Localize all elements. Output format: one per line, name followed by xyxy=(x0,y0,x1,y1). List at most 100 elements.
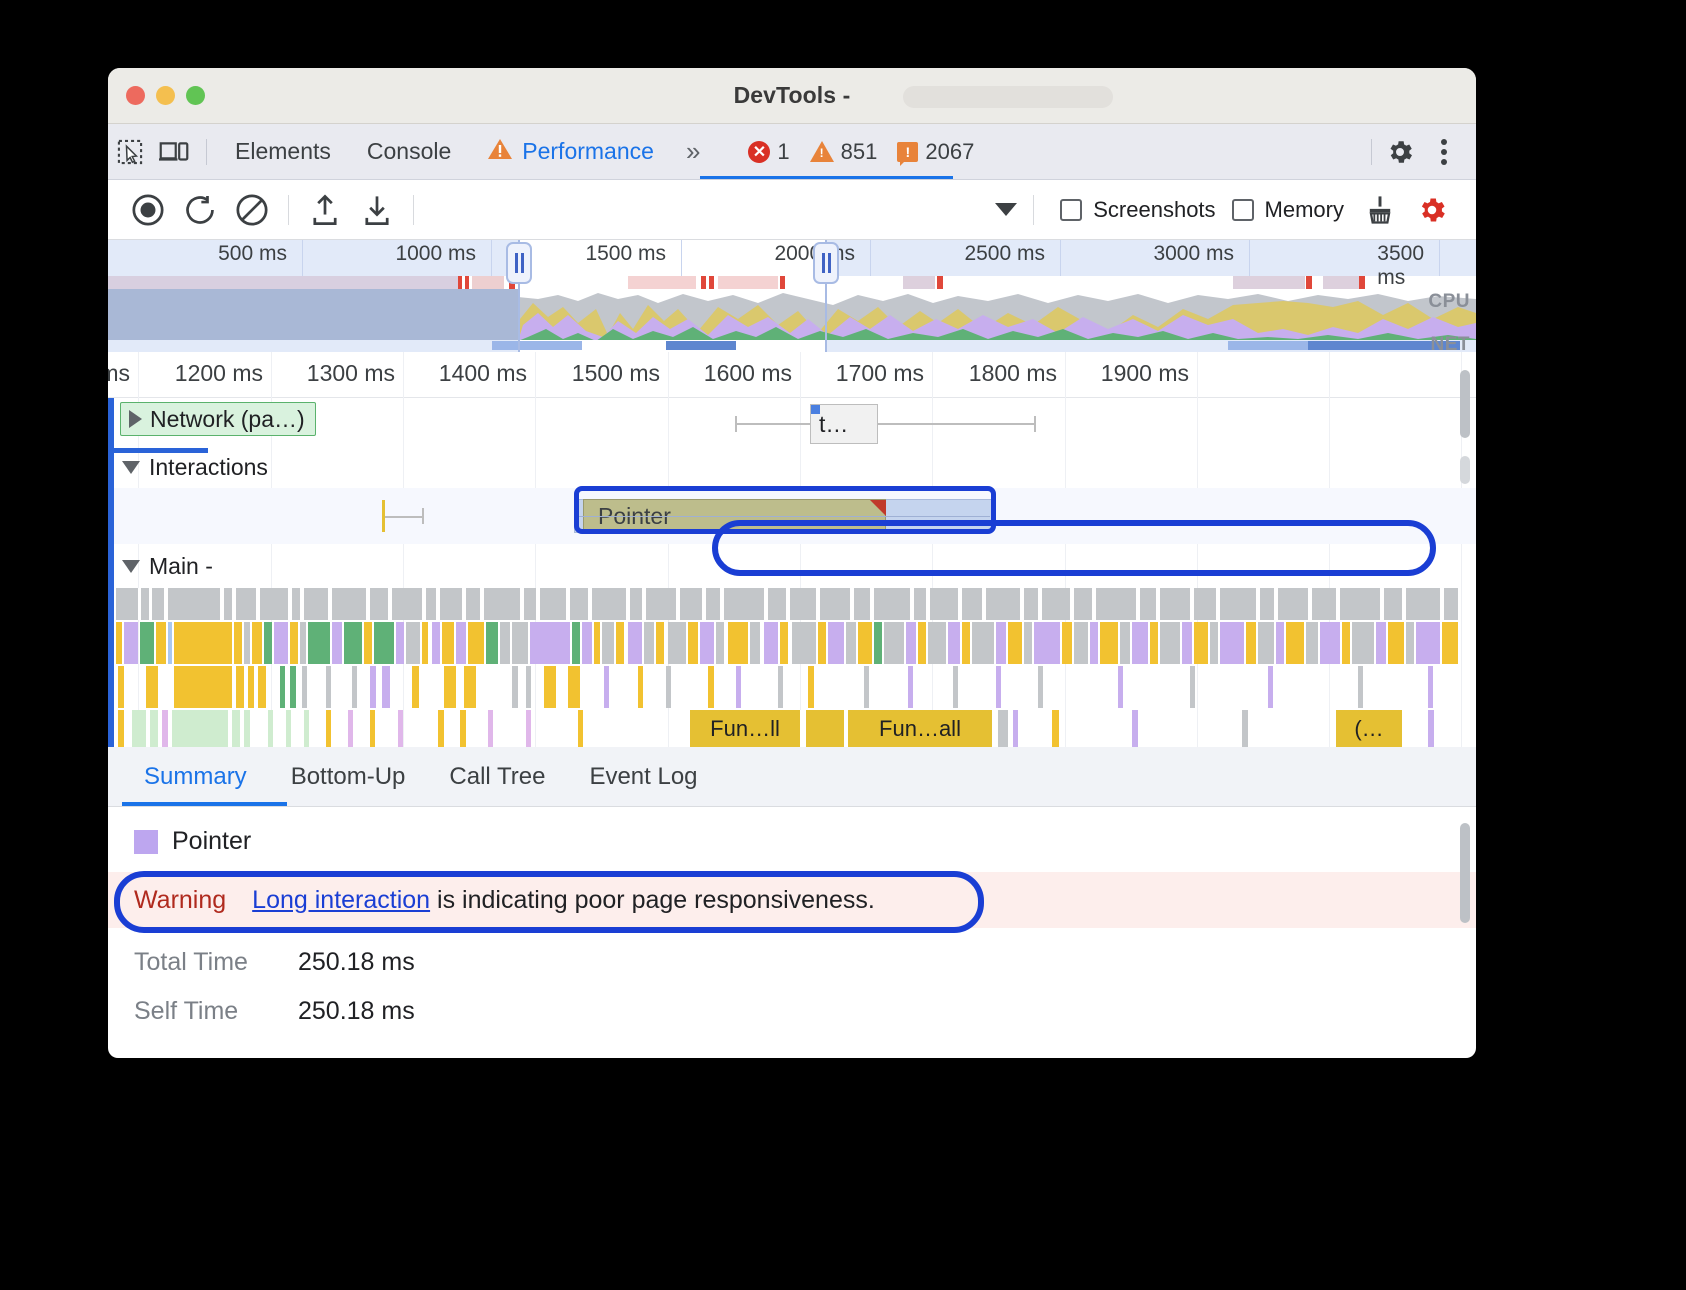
tab-console-label: Console xyxy=(367,138,451,165)
summary-warning-rest: is indicating poor page responsiveness. xyxy=(430,886,875,914)
chevron-down-icon xyxy=(995,203,1017,216)
devtools-window: DevTools - Elements Console xyxy=(108,68,1476,1058)
overview-tick: 3000 ms xyxy=(1153,242,1241,266)
tab-bottom-up-label: Bottom-Up xyxy=(291,763,406,791)
tab-call-tree-label: Call Tree xyxy=(449,763,545,791)
track-main[interactable]: Main - xyxy=(108,544,1476,588)
upload-profile-icon[interactable] xyxy=(299,188,351,232)
ruler-tick: 1400 ms xyxy=(439,360,535,387)
interactions-track-header[interactable]: Interactions xyxy=(122,454,268,481)
summary-warning-text: Long interaction is indicating poor page… xyxy=(252,886,875,915)
tab-call-tree[interactable]: Call Tree xyxy=(427,747,567,807)
legend-color-swatch xyxy=(134,830,158,854)
chevron-down-icon xyxy=(122,461,140,474)
reload-record-icon[interactable] xyxy=(174,188,226,232)
tab-summary[interactable]: Summary xyxy=(122,747,269,807)
event-marker-icon xyxy=(811,405,820,414)
track-network[interactable]: Network (pa…) t… xyxy=(108,398,1476,446)
main-track-header[interactable]: Main - xyxy=(122,553,213,580)
summary-row-self-time: Self Time 250.18 ms xyxy=(108,997,1476,1026)
network-track-label: Network (pa…) xyxy=(150,406,305,433)
flame-row[interactable] xyxy=(108,588,1476,620)
window-title: DevTools - xyxy=(108,82,1476,109)
title-placeholder-pill xyxy=(903,86,1113,108)
flame-bar[interactable] xyxy=(1132,710,1138,747)
warning-triangle-icon xyxy=(487,137,513,167)
window-left-handle[interactable] xyxy=(506,242,532,284)
details-pane: Summary Bottom-Up Call Tree Event Log Po… xyxy=(108,747,1476,1037)
tracks-scrollbar-thumb2[interactable] xyxy=(1460,456,1470,484)
tab-elements[interactable]: Elements xyxy=(217,124,349,180)
main-flame-chart[interactable]: Fun…ll Fun…all (… xyxy=(108,588,1476,747)
summary-warning-label: Warning xyxy=(134,886,226,915)
tab-summary-label: Summary xyxy=(144,763,247,791)
timeline-event-small-label: t… xyxy=(819,411,848,438)
error-counter[interactable]: ✕ 1 xyxy=(748,139,789,165)
flame-bar[interactable] xyxy=(998,710,1008,747)
capture-settings-gear-icon[interactable] xyxy=(1406,188,1458,232)
device-toolbar-icon[interactable] xyxy=(152,132,196,172)
toolbar-divider-4 xyxy=(413,195,414,225)
more-tabs-icon[interactable]: » xyxy=(672,136,710,167)
interactions-band-row[interactable]: Pointer xyxy=(108,488,1476,544)
record-icon[interactable] xyxy=(122,188,174,232)
tab-bottom-up[interactable]: Bottom-Up xyxy=(269,747,428,807)
interaction-marker[interactable] xyxy=(382,500,385,532)
track-interactions[interactable]: Interactions xyxy=(108,446,1476,488)
flame-row[interactable] xyxy=(108,622,1476,664)
flame-bar-function[interactable]: (… xyxy=(1336,710,1402,747)
clear-icon[interactable] xyxy=(226,188,278,232)
profile-select[interactable] xyxy=(424,192,1023,228)
warning-counter[interactable]: 851 xyxy=(810,139,878,165)
flame-row[interactable] xyxy=(108,666,1476,708)
summary-body: Pointer Warning Long interaction is indi… xyxy=(108,807,1476,1026)
network-track-header[interactable]: Network (pa…) xyxy=(120,402,316,436)
overview-tick: 1000 ms xyxy=(395,242,483,266)
timeline-tracks[interactable]: ms 1200 ms 1300 ms 1400 ms 1500 ms 1600 … xyxy=(108,352,1476,747)
kebab-menu-icon[interactable] xyxy=(1422,132,1466,172)
event-whisker-cap xyxy=(1034,416,1036,432)
toolbar-divider-2 xyxy=(1371,139,1372,165)
event-whisker xyxy=(735,423,1035,425)
flame-bar[interactable] xyxy=(1242,710,1248,747)
overview-gridline xyxy=(491,240,492,276)
tab-performance[interactable]: Performance xyxy=(469,124,672,180)
flame-bar[interactable] xyxy=(1052,710,1059,747)
collect-garbage-icon[interactable] xyxy=(1354,188,1406,232)
flame-bar[interactable] xyxy=(1428,710,1434,747)
tab-console[interactable]: Console xyxy=(349,124,469,180)
tracks-scrollbar[interactable] xyxy=(1460,370,1470,438)
ruler-tick: 1700 ms xyxy=(836,360,932,387)
summary-warning-link[interactable]: Long interaction xyxy=(252,886,430,914)
overview-gridline xyxy=(870,240,871,276)
download-profile-icon[interactable] xyxy=(351,188,403,232)
flame-bar[interactable] xyxy=(1013,710,1018,747)
overview-gridline xyxy=(1060,240,1061,276)
tab-performance-label: Performance xyxy=(522,138,654,165)
flame-bar[interactable] xyxy=(806,710,844,747)
screenshots-checkbox[interactable]: Screenshots xyxy=(1060,197,1215,223)
overview-gridline xyxy=(302,240,303,276)
gear-icon[interactable] xyxy=(1378,132,1422,172)
timeline-event-small[interactable]: t… xyxy=(810,404,878,444)
screenshots-label: Screenshots xyxy=(1093,197,1215,223)
toolbar-divider-3 xyxy=(288,195,289,225)
flame-bar-function[interactable]: Fun…all xyxy=(848,710,992,747)
chevron-right-icon xyxy=(129,410,142,428)
overview-net-track: NET xyxy=(108,340,1476,352)
issue-icon: ! xyxy=(897,142,918,162)
flame-bar-function[interactable]: Fun…ll xyxy=(690,710,802,747)
memory-checkbox[interactable]: Memory xyxy=(1232,197,1344,223)
devtools-tabbar: Elements Console Performance » ✕ 1 xyxy=(108,124,1476,180)
total-time-value: 250.18 ms xyxy=(298,948,415,977)
timeline-overview[interactable]: 500 ms 1000 ms 1500 ms 2000 ms 2500 ms 3… xyxy=(108,240,1476,352)
issue-counter[interactable]: ! 2067 xyxy=(897,139,974,165)
issue-count: 2067 xyxy=(925,139,974,165)
flame-row[interactable]: Fun…ll Fun…all (… xyxy=(108,710,1476,747)
summary-scrollbar[interactable] xyxy=(1460,823,1470,923)
interaction-whisker xyxy=(383,516,423,518)
inspect-icon[interactable] xyxy=(108,132,152,172)
ruler-tick: 1900 ms xyxy=(1101,360,1197,387)
window-right-handle[interactable] xyxy=(813,242,839,284)
tab-event-log[interactable]: Event Log xyxy=(567,747,719,807)
